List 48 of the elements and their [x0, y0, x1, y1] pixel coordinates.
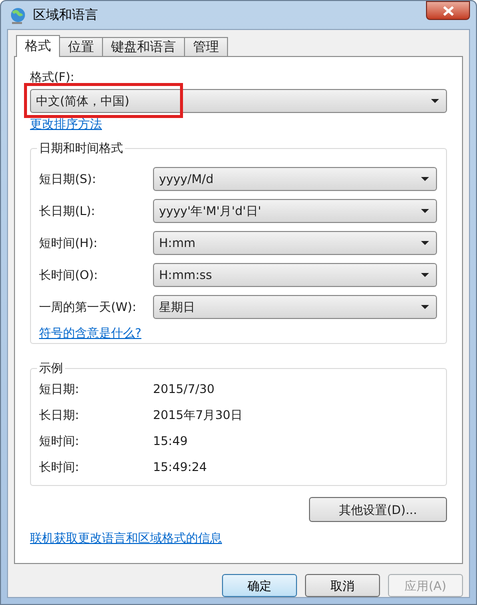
field-label: 一周的第一天(W): [39, 299, 138, 316]
field-label: 短时间(H): [39, 235, 98, 252]
example-label: 长日期: [39, 407, 80, 423]
field-label: 长时间(O): [39, 267, 99, 284]
example-label: 长时间: [39, 459, 80, 475]
tab[interactable]: 位置 [59, 37, 103, 56]
dropdown[interactable]: H:mm:ss [153, 263, 437, 287]
close-button[interactable] [426, 1, 470, 20]
example-value: 2015年7月30日 [153, 407, 242, 423]
dropdown-arrow-icon [431, 99, 439, 103]
close-icon [442, 6, 454, 16]
dialog-button[interactable]: 取消 [305, 574, 380, 597]
dialog-button[interactable]: 确定 [222, 574, 297, 597]
example-label: 短时间: [39, 433, 80, 449]
dropdown-arrow-icon [421, 273, 429, 277]
tab[interactable]: 格式 [16, 35, 60, 57]
group-title: 示例 [37, 360, 65, 376]
field-label: 格式(F): [30, 69, 76, 85]
dropdown-arrow-icon [421, 241, 429, 245]
dropdown-value: 星期日 [159, 299, 195, 316]
dropdown-value: yyyy/M/d [159, 171, 214, 188]
tab[interactable]: 管理 [184, 37, 228, 56]
group-title: 日期和时间格式 [37, 140, 125, 156]
dropdown-arrow-icon [421, 177, 429, 181]
example-value: 2015/7/30 [153, 381, 215, 397]
tab[interactable]: 键盘和语言 [102, 37, 185, 56]
link[interactable]: 联机获取更改语言和区域格式的信息 [30, 530, 222, 546]
dropdown[interactable]: 中文(简体，中国) [30, 89, 447, 113]
other-settings-button[interactable]: 其他设置(D)... [309, 497, 447, 522]
dropdown-arrow-icon [421, 305, 429, 309]
dropdown-arrow-icon [421, 209, 429, 213]
dropdown[interactable]: yyyy/M/d [153, 167, 437, 191]
link[interactable]: 符号的含意是什么? [39, 325, 142, 341]
dropdown-value: H:mm [159, 235, 196, 252]
example-label: 短日期: [39, 381, 80, 397]
link[interactable]: 更改排序方法 [30, 116, 102, 132]
dropdown[interactable]: H:mm [153, 231, 437, 255]
field-label: 长日期(L): [39, 203, 96, 220]
dropdown-value: yyyy'年'M'月'd'日' [159, 203, 262, 220]
dropdown-value: 中文(简体，中国) [36, 93, 130, 110]
dropdown[interactable]: 星期日 [153, 295, 437, 319]
example-value: 15:49:24 [153, 459, 207, 475]
example-value: 15:49 [153, 433, 188, 449]
window-title: 区域和语言 [33, 7, 98, 25]
dropdown-value: H:mm:ss [159, 267, 212, 284]
globe-icon [9, 6, 27, 25]
dropdown[interactable]: yyyy'年'M'月'd'日' [153, 199, 437, 223]
field-label: 短日期(S): [39, 171, 98, 188]
